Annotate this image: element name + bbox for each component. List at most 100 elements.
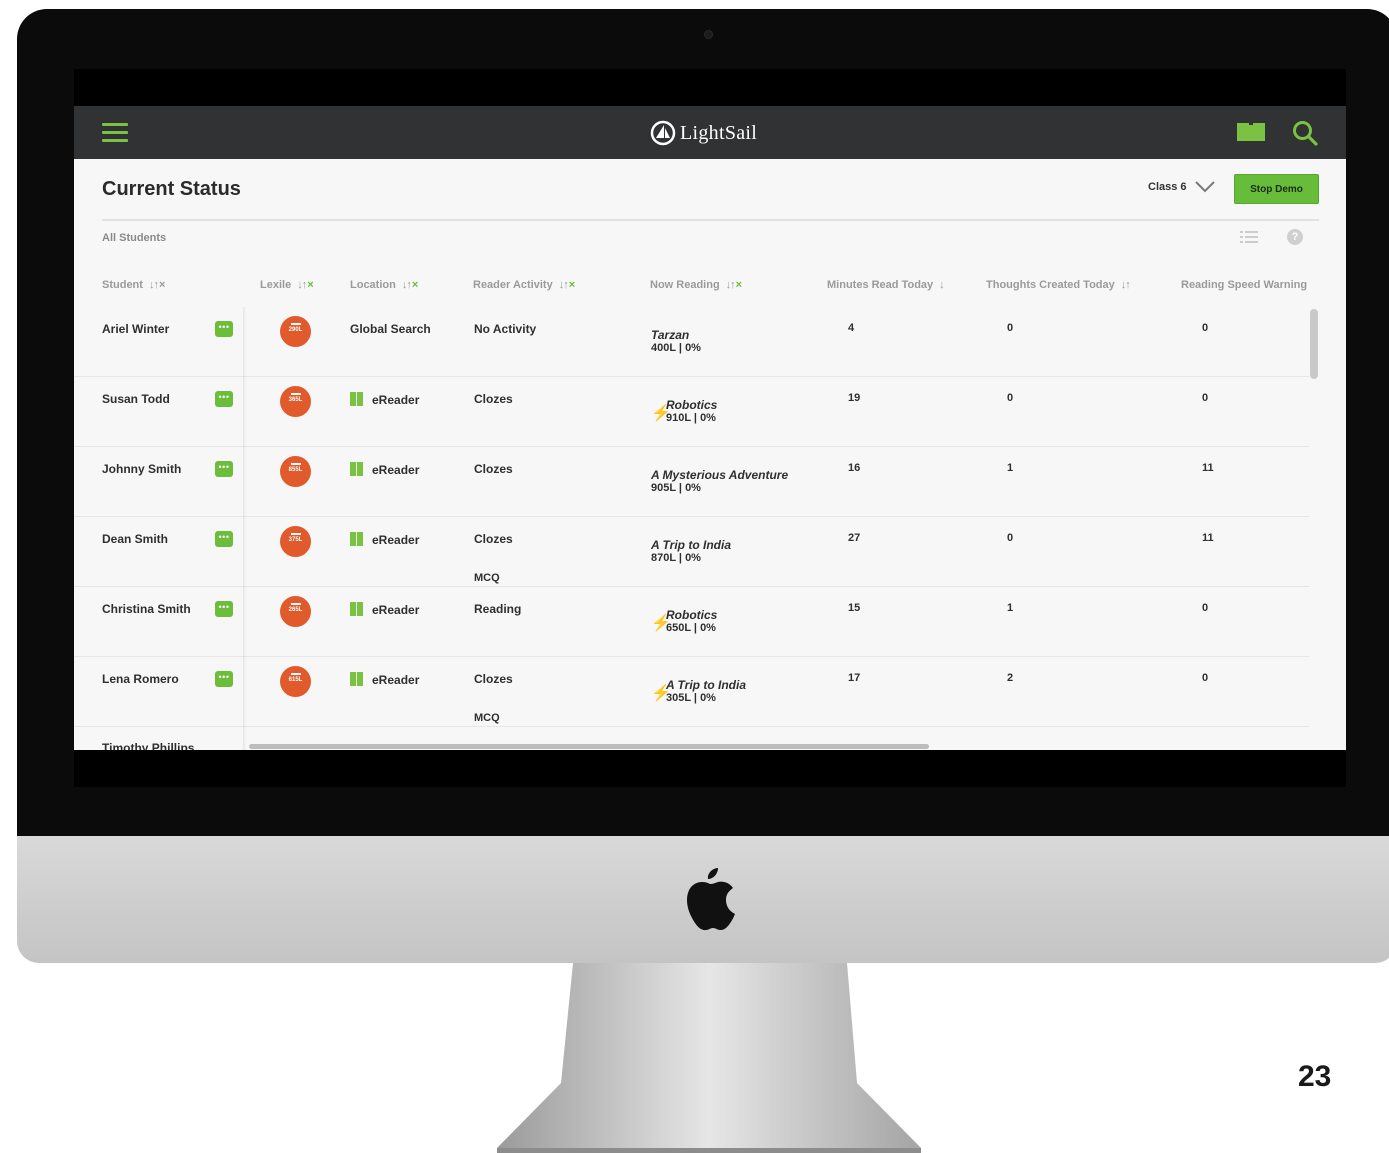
list-view-icon[interactable]	[1240, 230, 1258, 244]
table-row[interactable]: Lena Romero ••• 615L eReader Clozes MCQ ⚡ A Tri…	[74, 657, 1309, 727]
minutes-read: 16	[848, 462, 861, 474]
partial-row-student[interactable]: Timothy Phillips	[102, 741, 194, 750]
book-title: A Trip to India	[666, 678, 746, 692]
student-name[interactable]: Johnny Smith	[102, 462, 181, 476]
thoughts-created: 0	[1007, 532, 1014, 544]
ereader-icon	[350, 462, 363, 476]
lexile-value: 365L	[288, 397, 303, 403]
lexile-badge[interactable]: 265L	[280, 596, 311, 627]
reading-speed-warning: 0	[1202, 602, 1209, 614]
ereader-icon	[350, 392, 363, 406]
location-cell[interactable]: eReader	[350, 532, 419, 547]
class-selector-label: Class 6	[1148, 181, 1187, 193]
filter-label[interactable]: All Students	[102, 232, 166, 244]
reader-activity: Clozes	[474, 392, 513, 406]
location-cell[interactable]: Global Search	[350, 322, 431, 336]
now-reading-book[interactable]: Tarzan 400L | 0%	[651, 328, 701, 354]
page-title: Current Status	[102, 178, 241, 200]
column-header-now-reading[interactable]: Now Reading ↓↑×	[650, 279, 742, 291]
page-number: 23	[1298, 1060, 1332, 1093]
top-navbar: LightSail	[74, 106, 1346, 159]
sail-logo-icon	[650, 120, 676, 146]
book-title: Robotics	[666, 608, 718, 622]
reading-speed-warning: 0	[1202, 672, 1209, 684]
library-book-icon[interactable]	[1236, 121, 1266, 143]
student-name[interactable]: Christina Smith	[102, 602, 191, 616]
now-reading-book[interactable]: A Trip to India 305L | 0%	[666, 678, 746, 704]
book-title: A Trip to India	[651, 538, 731, 552]
lexile-badge[interactable]: 365L	[280, 386, 311, 417]
now-reading-book[interactable]: A Trip to India 870L | 0%	[651, 538, 731, 564]
lexile-badge[interactable]: 375L	[280, 526, 311, 557]
column-header-thoughts-created[interactable]: Thoughts Created Today ↓↑	[986, 279, 1131, 291]
message-button[interactable]: •••	[215, 671, 233, 687]
message-button[interactable]: •••	[215, 601, 233, 617]
now-reading-book[interactable]: A Mysterious Adventure 905L | 0%	[651, 468, 788, 494]
location-cell[interactable]: eReader	[350, 602, 419, 617]
apple-logo-icon	[687, 868, 735, 931]
hamburger-menu-icon[interactable]	[102, 123, 128, 143]
brand-name: LightSail	[680, 121, 758, 144]
message-button[interactable]: •••	[215, 531, 233, 547]
reader-activity: Clozes	[474, 462, 513, 476]
ereader-icon	[350, 532, 363, 546]
column-header-reader-activity[interactable]: Reader Activity ↓↑×	[473, 279, 575, 291]
lexile-badge[interactable]: 855L	[280, 456, 311, 487]
lexile-value: 855L	[288, 467, 303, 473]
reader-activity: Clozes	[474, 672, 513, 686]
search-icon[interactable]	[1291, 119, 1319, 147]
thoughts-created: 1	[1007, 462, 1014, 474]
table-row[interactable]: Johnny Smith ••• 855L eReader Clozes A Myster…	[74, 447, 1309, 517]
book-meta: 910L | 0%	[666, 412, 716, 424]
table-row[interactable]: Christina Smith ••• 265L eReader Reading ⚡ Rob…	[74, 587, 1309, 657]
lexile-badge[interactable]: 615L	[280, 666, 311, 697]
minutes-read: 17	[848, 672, 861, 684]
horizontal-scrollbar[interactable]	[249, 744, 929, 749]
column-header-reading-speed[interactable]: Reading Speed Warning	[1181, 279, 1321, 291]
thoughts-created: 0	[1007, 392, 1014, 404]
location-cell[interactable]: eReader	[350, 392, 419, 407]
book-meta: 400L | 0%	[651, 342, 701, 354]
book-meta: 305L | 0%	[666, 692, 716, 704]
lexile-value: 265L	[288, 607, 303, 613]
vertical-scrollbar[interactable]	[1310, 309, 1318, 379]
help-icon[interactable]: ?	[1287, 229, 1303, 245]
column-header-lexile[interactable]: Lexile ↓↑×	[260, 279, 314, 291]
reader-activity: Clozes	[474, 532, 513, 546]
app-logo[interactable]: LightSail	[650, 118, 757, 148]
reader-activity-secondary: MCQ	[474, 572, 500, 584]
lexile-value: 615L	[288, 677, 303, 683]
student-name[interactable]: Ariel Winter	[102, 322, 169, 336]
book-meta: 650L | 0%	[666, 622, 716, 634]
lexile-badge[interactable]: 290L	[280, 316, 311, 347]
now-reading-book[interactable]: Robotics 650L | 0%	[666, 608, 717, 634]
ereader-icon	[350, 672, 363, 686]
column-header-minutes-read[interactable]: Minutes Read Today ↓	[827, 279, 945, 291]
student-name[interactable]: Lena Romero	[102, 672, 179, 686]
column-header-location[interactable]: Location ↓↑×	[350, 279, 418, 291]
student-name[interactable]: Susan Todd	[102, 392, 170, 406]
stop-demo-button[interactable]: Stop Demo	[1234, 174, 1319, 204]
now-reading-book[interactable]: Robotics 910L | 0%	[666, 398, 717, 424]
thoughts-created: 0	[1007, 322, 1014, 334]
imac-stand	[497, 963, 921, 1153]
location-cell[interactable]: eReader	[350, 462, 419, 477]
student-name[interactable]: Dean Smith	[102, 532, 168, 546]
location-label: eReader	[372, 533, 420, 547]
table-row[interactable]: Susan Todd ••• 365L eReader Clozes ⚡ Robotics 9…	[74, 377, 1309, 447]
location-cell[interactable]: eReader	[350, 672, 419, 687]
message-button[interactable]: •••	[215, 461, 233, 477]
frozen-column-shadow	[243, 307, 246, 750]
reader-activity-secondary: MCQ	[474, 712, 500, 724]
reading-speed-warning: 11	[1202, 462, 1214, 474]
reader-activity: Reading	[474, 602, 522, 616]
class-selector[interactable]: Class 6	[1148, 181, 1215, 193]
ereader-icon	[350, 602, 363, 616]
table-row[interactable]: Ariel Winter ••• 290L Global Search No Activ…	[74, 307, 1309, 377]
current-status-view: Current Status Class 6 Stop Demo All Stu…	[74, 159, 1346, 750]
book-meta: 905L | 0%	[651, 482, 701, 494]
message-button[interactable]: •••	[215, 391, 233, 407]
table-row[interactable]: Dean Smith ••• 375L eReader Clozes MCQ A Trip …	[74, 517, 1309, 587]
message-button[interactable]: •••	[215, 321, 233, 337]
column-header-student[interactable]: Student ↓↑×	[102, 279, 165, 291]
